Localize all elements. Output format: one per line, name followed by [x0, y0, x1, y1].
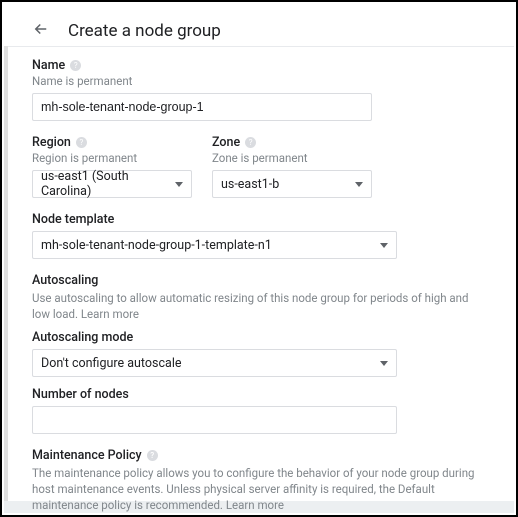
- help-icon[interactable]: ?: [70, 60, 81, 71]
- name-input[interactable]: [32, 93, 372, 121]
- autoscaling-mode-select[interactable]: Don't configure autoscale: [32, 349, 397, 377]
- autoscaling-label: Autoscaling: [32, 273, 98, 288]
- learn-more-link[interactable]: Learn more: [81, 307, 139, 321]
- back-arrow-icon[interactable]: [32, 20, 50, 42]
- zone-label: Zone: [212, 135, 240, 150]
- number-of-nodes-input[interactable]: [32, 406, 397, 434]
- caret-down-icon: [355, 182, 363, 187]
- caret-down-icon: [380, 243, 388, 248]
- autoscaling-desc: Use autoscaling to allow automatic resiz…: [32, 290, 486, 322]
- autoscaling-mode-label: Autoscaling mode: [32, 330, 486, 345]
- maintenance-desc: The maintenance policy allows you to con…: [32, 465, 486, 513]
- page-title: Create a node group: [68, 21, 221, 41]
- template-label: Node template: [32, 212, 114, 227]
- help-icon[interactable]: ?: [245, 137, 256, 148]
- zone-hint: Zone is permanent: [212, 151, 372, 165]
- region-hint: Region is permanent: [32, 151, 192, 165]
- page-header: Create a node group: [32, 20, 486, 42]
- help-icon[interactable]: ?: [76, 137, 87, 148]
- region-label: Region: [32, 135, 71, 150]
- help-icon[interactable]: ?: [147, 450, 158, 461]
- zone-select[interactable]: us-east1-b: [212, 170, 372, 198]
- node-template-select[interactable]: mh-sole-tenant-node-group-1-template-n1: [32, 231, 397, 259]
- caret-down-icon: [380, 361, 388, 366]
- caret-down-icon: [175, 182, 183, 187]
- region-select[interactable]: us-east1 (South Carolina): [32, 170, 192, 198]
- maintenance-label: Maintenance Policy: [32, 448, 142, 463]
- name-label: Name: [32, 58, 65, 73]
- number-of-nodes-label: Number of nodes: [32, 387, 486, 402]
- name-hint: Name is permanent: [32, 74, 486, 88]
- learn-more-link[interactable]: Learn more: [226, 498, 284, 512]
